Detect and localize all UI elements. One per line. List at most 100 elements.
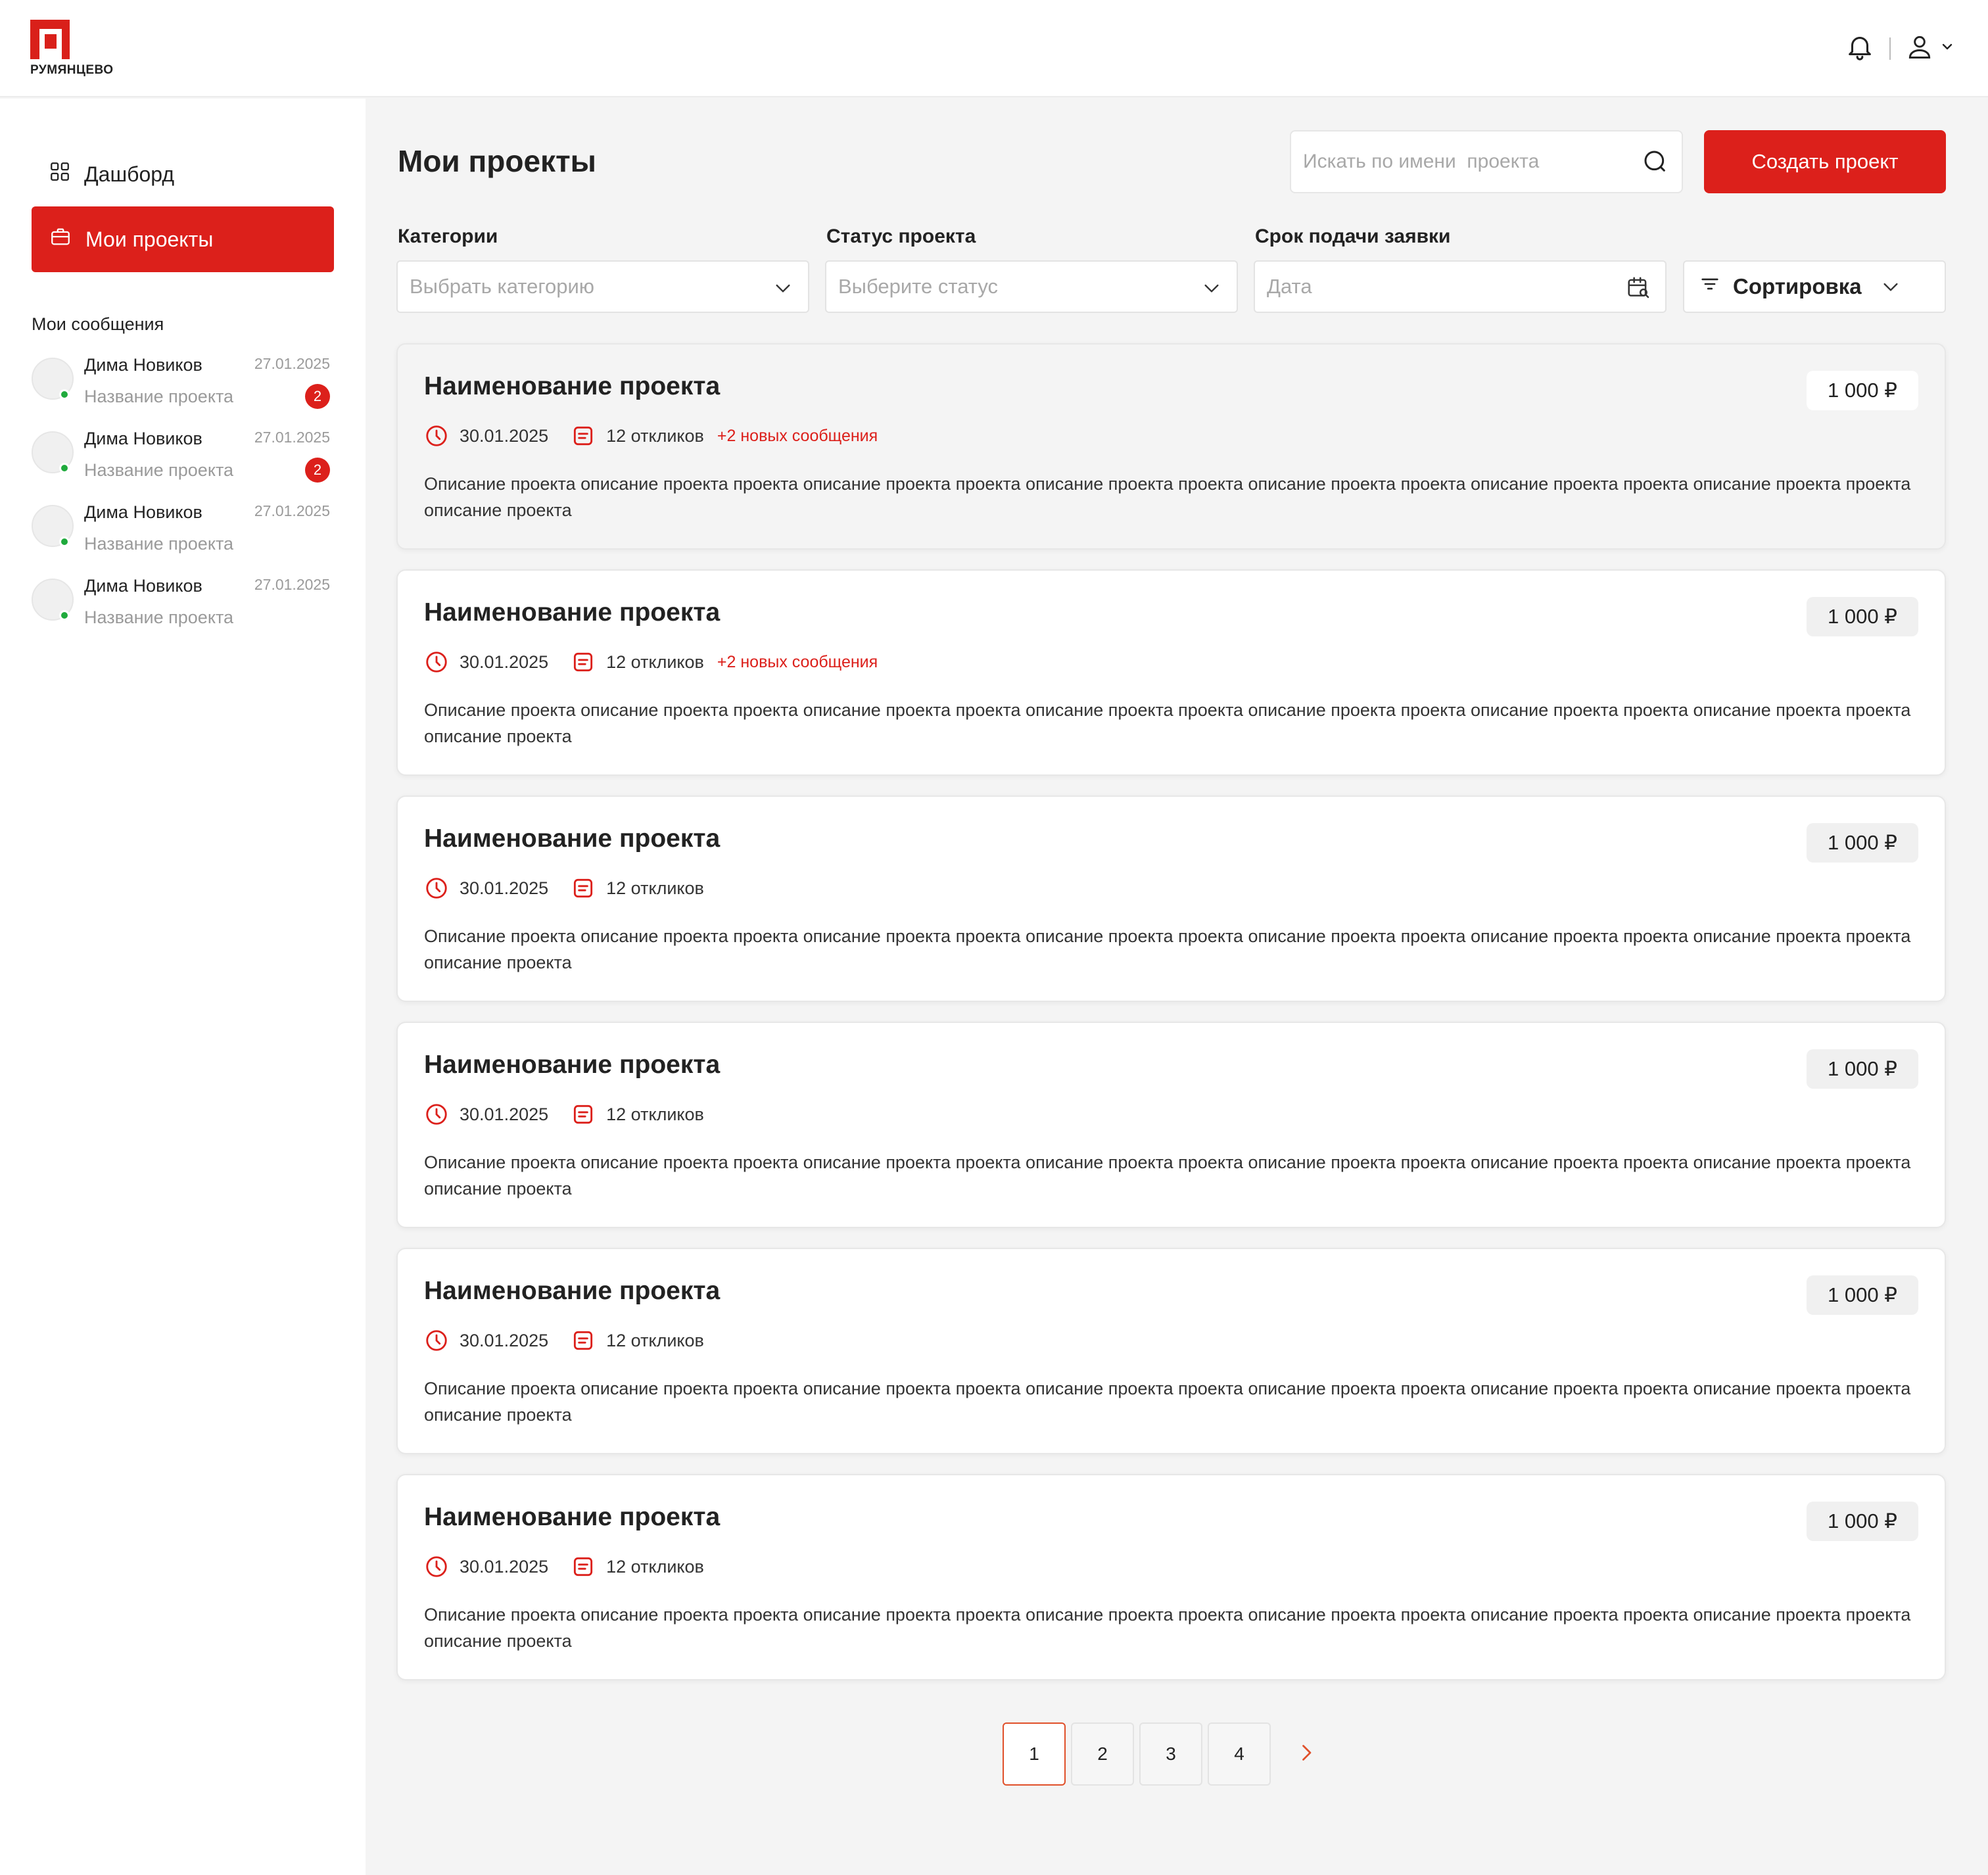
price-badge: 1 000 ₽ (1807, 1502, 1918, 1541)
sort-dropdown[interactable]: Сортировка (1683, 260, 1946, 313)
category-label: Категории (398, 225, 498, 247)
message-sender: Дима Новиков (84, 355, 202, 375)
document-icon (571, 876, 596, 901)
sidebar: Дашборд Мои проекты Мои сообщения Дима Н… (0, 99, 366, 1875)
project-card[interactable]: Наименование проекта 1 000 ₽ 30.01.2025 … (396, 1022, 1946, 1228)
message-item[interactable]: Дима Новиков Название проекта 27.01.2025 (32, 569, 334, 635)
clock-icon (424, 423, 449, 448)
clock-icon (424, 1328, 449, 1353)
new-messages-link[interactable]: +2 новых сообщения (717, 653, 878, 672)
create-project-button[interactable]: Создать проект (1704, 130, 1946, 193)
message-item[interactable]: Дима Новиков Название проекта 27.01.2025 (32, 496, 334, 561)
project-description: Описание проекта описание проекта проект… (424, 1379, 1911, 1425)
project-card[interactable]: Наименование проекта 1 000 ₽ 30.01.2025 … (396, 1474, 1946, 1680)
online-indicator (59, 389, 70, 400)
chevron-down-icon (1880, 276, 1901, 297)
project-date: 30.01.2025 (460, 425, 549, 446)
messages-heading: Мои сообщения (32, 314, 164, 334)
search-icon[interactable] (1642, 149, 1668, 178)
project-title: Наименование проекта (424, 372, 721, 400)
responses-count: 12 откликов (606, 878, 704, 898)
logo-mark (30, 20, 70, 59)
chevron-right-icon (1294, 1741, 1318, 1768)
user-icon (1905, 32, 1934, 65)
message-sender: Дима Новиков (84, 576, 202, 596)
price-badge: 1 000 ₽ (1807, 823, 1918, 863)
project-title: Наименование проекта (424, 598, 721, 627)
document-icon (571, 423, 596, 448)
clock-icon (424, 650, 449, 675)
document-icon (571, 650, 596, 675)
chevron-down-icon (1939, 39, 1955, 58)
document-icon (571, 1102, 596, 1127)
price-badge: 1 000 ₽ (1807, 1049, 1918, 1089)
project-description: Описание проекта описание проекта проект… (424, 700, 1911, 746)
user-menu[interactable] (1905, 32, 1955, 65)
page-button-1[interactable]: 1 (1003, 1722, 1066, 1786)
project-title: Наименование проекта (424, 1277, 721, 1305)
message-date: 27.01.2025 (254, 576, 330, 593)
project-card[interactable]: Наименование проекта 1 000 ₽ 30.01.2025 … (396, 795, 1946, 1002)
project-meta: 30.01.2025 12 откликов +2 новых сообщени… (424, 650, 878, 675)
responses-count: 12 откликов (606, 1104, 704, 1124)
logo-text: РУМЯНЦЕВО (30, 63, 114, 77)
status-select[interactable]: Выберите статус (825, 260, 1238, 313)
project-meta: 30.01.2025 12 откликов (424, 876, 717, 901)
project-meta: 30.01.2025 12 откликов +2 новых сообщени… (424, 423, 878, 448)
responses-count: 12 откликов (606, 1330, 704, 1350)
chevron-down-icon (772, 277, 793, 304)
next-page-button[interactable] (1280, 1722, 1333, 1786)
online-indicator (59, 463, 70, 473)
page-button-2[interactable]: 2 (1071, 1722, 1134, 1786)
clock-icon (424, 1554, 449, 1579)
header-actions (1845, 32, 1955, 65)
project-date: 30.01.2025 (460, 1330, 549, 1350)
responses-count: 12 откликов (606, 425, 704, 446)
project-card[interactable]: Наименование проекта 1 000 ₽ 30.01.2025 … (396, 343, 1946, 550)
online-indicator (59, 536, 70, 547)
clock-icon (424, 876, 449, 901)
sidebar-item-label: Мои проекты (85, 227, 214, 251)
responses-count: 12 откликов (606, 1556, 704, 1577)
price-badge: 1 000 ₽ (1807, 597, 1918, 636)
clock-icon (424, 1102, 449, 1127)
project-meta: 30.01.2025 12 откликов (424, 1102, 717, 1127)
project-meta: 30.01.2025 12 откликов (424, 1328, 717, 1353)
sidebar-item-dashboard[interactable]: Дашборд (32, 141, 334, 207)
page-button-3[interactable]: 3 (1139, 1722, 1202, 1786)
price-badge: 1 000 ₽ (1807, 371, 1918, 410)
status-label: Статус проекта (826, 225, 976, 247)
calendar-icon[interactable] (1626, 275, 1651, 305)
project-description: Описание проекта описание проекта проект… (424, 926, 1911, 972)
message-project: Название проекта (84, 460, 234, 480)
project-title: Наименование проекта (424, 1503, 721, 1531)
responses-count: 12 откликов (606, 652, 704, 672)
category-placeholder: Выбрать категорию (410, 275, 595, 298)
bell-icon[interactable] (1845, 32, 1875, 65)
new-messages-link[interactable]: +2 новых сообщения (717, 427, 878, 446)
message-item[interactable]: Дима Новиков Название проекта 27.01.2025… (32, 422, 334, 488)
project-description: Описание проекта описание проекта проект… (424, 1605, 1911, 1651)
message-project: Название проекта (84, 387, 234, 406)
unread-badge: 2 (305, 458, 330, 483)
deadline-date-field[interactable]: Дата (1254, 260, 1667, 313)
search-field[interactable] (1290, 130, 1683, 193)
online-indicator (59, 610, 70, 621)
price-badge: 1 000 ₽ (1807, 1275, 1918, 1315)
status-placeholder: Выберите статус (838, 275, 998, 298)
page-button-4[interactable]: 4 (1208, 1722, 1271, 1786)
unread-badge: 2 (305, 384, 330, 409)
message-date: 27.01.2025 (254, 429, 330, 446)
message-item[interactable]: Дима Новиков Название проекта 27.01.2025… (32, 348, 334, 414)
message-project: Название проекта (84, 607, 234, 627)
project-title: Наименование проекта (424, 1051, 721, 1079)
project-card[interactable]: Наименование проекта 1 000 ₽ 30.01.2025 … (396, 1248, 1946, 1454)
category-select[interactable]: Выбрать категорию (396, 260, 809, 313)
sidebar-item-label: Дашборд (84, 162, 174, 186)
project-card[interactable]: Наименование проекта 1 000 ₽ 30.01.2025 … (396, 569, 1946, 776)
project-description: Описание проекта описание проекта проект… (424, 474, 1911, 520)
logo[interactable]: РУМЯНЦЕВО (30, 20, 114, 78)
sidebar-item-my-projects[interactable]: Мои проекты (32, 206, 334, 272)
message-sender: Дима Новиков (84, 502, 202, 522)
search-input[interactable] (1303, 131, 1632, 192)
